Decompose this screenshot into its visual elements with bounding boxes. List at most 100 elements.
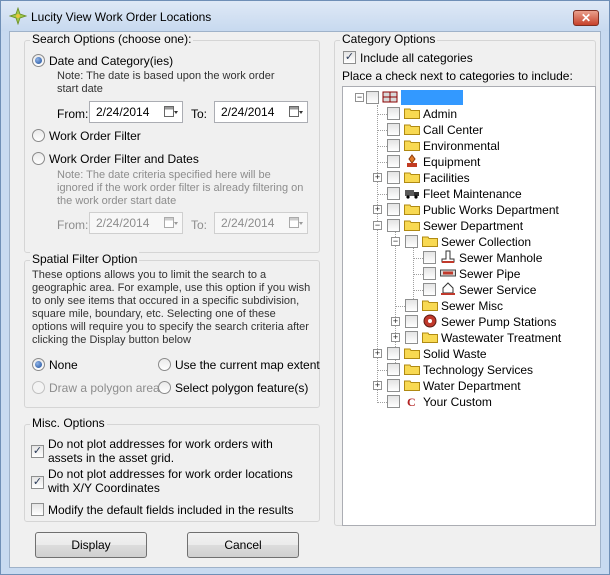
tree-checkbox[interactable] <box>405 331 418 344</box>
label-to: To: <box>191 107 208 121</box>
tree-item-public-works[interactable]: + Public Works Department <box>343 202 583 218</box>
calendar-dropdown-icon <box>164 217 178 228</box>
tree-checkbox[interactable] <box>387 107 400 120</box>
tree-item-sewer-collection[interactable]: − Sewer Collection <box>343 234 583 250</box>
tree-connector <box>377 162 387 163</box>
folder-icon <box>404 204 420 215</box>
checkbox-modify-fields[interactable] <box>31 503 44 516</box>
tree-label: Technology Services <box>423 363 534 377</box>
tree-item-sewer-misc[interactable]: Sewer Misc <box>343 298 583 314</box>
tree-item-fleet-maintenance[interactable]: Fleet Maintenance <box>343 186 583 202</box>
tree-root-selection[interactable] <box>401 90 463 105</box>
tree-item-sewer-pump-stations[interactable]: + Sewer Pump Stations <box>343 314 583 330</box>
collapse-icon[interactable]: − <box>391 237 400 246</box>
tree-root[interactable]: − <box>343 90 583 106</box>
label-select-polygon: Select polygon feature(s) <box>175 381 309 395</box>
collapse-icon[interactable]: − <box>373 221 382 230</box>
calendar-dropdown-icon[interactable] <box>164 105 178 119</box>
tree-checkbox[interactable] <box>387 155 400 168</box>
label-work-order-filter: Work Order Filter <box>49 129 141 143</box>
checkbox-no-plot-xy[interactable]: ✓ <box>31 476 44 489</box>
tree-checkbox[interactable] <box>387 363 400 376</box>
expand-icon[interactable]: + <box>373 381 382 390</box>
tree-item-equipment[interactable]: Equipment <box>343 154 583 170</box>
tree-connector <box>413 258 423 259</box>
expand-icon[interactable]: + <box>373 205 382 214</box>
close-button[interactable]: ✕ <box>573 10 599 26</box>
search-options-legend: Search Options (choose one): <box>30 32 194 46</box>
radio-work-order-filter[interactable] <box>32 129 45 142</box>
tree-checkbox[interactable] <box>423 267 436 280</box>
tree-label: Sewer Collection <box>441 235 532 249</box>
tree-item-solid-waste[interactable]: + Solid Waste <box>343 346 583 362</box>
label-current-extent: Use the current map extent <box>175 358 320 372</box>
collapse-icon[interactable]: − <box>355 93 364 102</box>
tree-item-wastewater-treatment[interactable]: + Wastewater Treatment <box>343 330 583 346</box>
folder-icon <box>404 380 420 391</box>
custom-c-icon: C <box>407 395 416 409</box>
tree-connector <box>413 290 423 291</box>
checkbox-include-all[interactable]: ✓ <box>343 51 356 64</box>
tree-item-call-center[interactable]: Call Center <box>343 122 583 138</box>
tree-label: Admin <box>423 107 458 121</box>
tree-item-admin[interactable]: Admin <box>343 106 583 122</box>
tree-checkbox[interactable] <box>387 171 400 184</box>
tree-checkbox[interactable] <box>387 379 400 392</box>
radio-none[interactable] <box>32 358 45 371</box>
tree-checkbox[interactable] <box>405 299 418 312</box>
tree-item-water-department[interactable]: + Water Department <box>343 378 583 394</box>
expand-icon[interactable]: + <box>391 333 400 342</box>
note-filter: Note: The date criteria specified here w… <box>57 169 304 207</box>
pump-icon <box>423 314 437 328</box>
tree-checkbox[interactable] <box>423 251 436 264</box>
tree-checkbox[interactable] <box>405 235 418 248</box>
tree-item-environmental[interactable]: Environmental <box>343 138 583 154</box>
tree-connector <box>395 306 405 307</box>
tree-connector <box>377 114 387 115</box>
tree-checkbox[interactable] <box>387 347 400 360</box>
checkbox-no-plot-assets[interactable]: ✓ <box>31 445 44 458</box>
radio-work-order-filter-dates[interactable] <box>32 152 45 165</box>
tree-checkbox[interactable] <box>387 139 400 152</box>
category-tree[interactable]: − Admin Call Center Environmental Equipm… <box>342 86 596 526</box>
expand-icon[interactable]: + <box>391 317 400 326</box>
tree-checkbox[interactable] <box>387 203 400 216</box>
label-no-plot-xy: Do not plot addresses for work order loc… <box>48 467 293 495</box>
expand-icon[interactable]: + <box>373 173 382 182</box>
tree-item-sewer-service[interactable]: Sewer Service <box>343 282 583 298</box>
misc-options-legend: Misc. Options <box>30 416 107 430</box>
tree-connector <box>377 146 387 147</box>
title-bar[interactable]: Lucity View Work Order Locations ✕ <box>1 1 609 31</box>
tree-checkbox[interactable] <box>366 91 379 104</box>
label-none: None <box>49 358 78 372</box>
tree-connector <box>377 130 387 131</box>
tree-label: Equipment <box>423 155 481 169</box>
tree-label: Fleet Maintenance <box>423 187 522 201</box>
from-date-picker[interactable]: 2/24/2014 <box>89 101 183 123</box>
radio-current-extent[interactable] <box>158 358 171 371</box>
tree-checkbox[interactable] <box>423 283 436 296</box>
radio-draw-polygon <box>32 381 45 394</box>
tree-checkbox[interactable] <box>387 123 400 136</box>
tree-item-facilities[interactable]: + Facilities <box>343 170 583 186</box>
tree-item-sewer-department[interactable]: − Sewer Department <box>343 218 583 234</box>
to-date-picker[interactable]: 2/24/2014 <box>214 101 308 123</box>
cancel-button[interactable]: Cancel <box>187 532 299 558</box>
category-instruction: Place a check next to categories to incl… <box>342 69 573 83</box>
tree-label: Environmental <box>423 139 500 153</box>
tree-checkbox[interactable] <box>387 219 400 232</box>
radio-date-category[interactable] <box>32 54 45 67</box>
tree-checkbox[interactable] <box>387 187 400 200</box>
tree-item-technology-services[interactable]: Technology Services <box>343 362 583 378</box>
tree-item-sewer-manhole[interactable]: Sewer Manhole <box>343 250 583 266</box>
tree-item-your-custom[interactable]: C Your Custom <box>343 394 583 410</box>
tree-checkbox[interactable] <box>405 315 418 328</box>
calendar-dropdown-icon[interactable] <box>289 105 303 119</box>
tree-label: Sewer Department <box>423 219 524 233</box>
expand-icon[interactable]: + <box>373 349 382 358</box>
label-work-order-filter-dates: Work Order Filter and Dates <box>49 152 199 166</box>
tree-item-sewer-pipe[interactable]: Sewer Pipe <box>343 266 583 282</box>
radio-select-polygon[interactable] <box>158 381 171 394</box>
display-button[interactable]: Display <box>35 532 147 558</box>
tree-checkbox[interactable] <box>387 395 400 408</box>
